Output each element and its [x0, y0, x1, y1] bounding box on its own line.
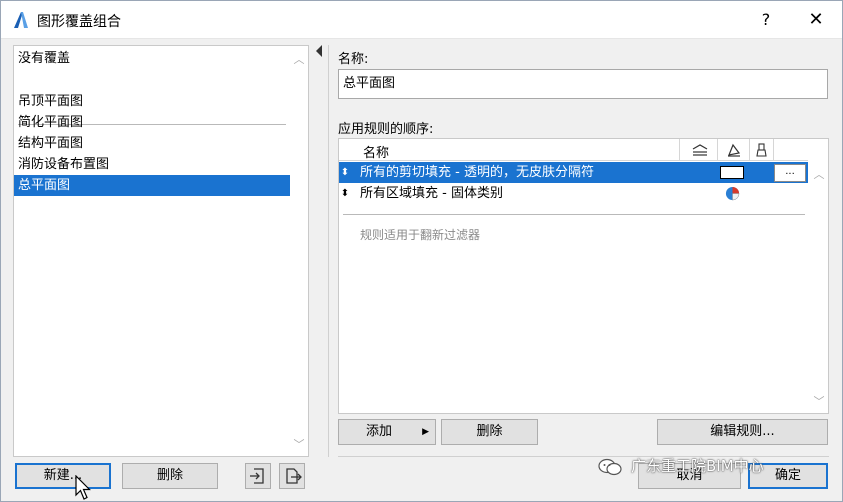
renovation-filter-hint: 规则适用于翻新过滤器	[360, 228, 481, 242]
column-header-surface[interactable]	[749, 139, 773, 161]
rule-name: 所有的剪切填充 - 透明的，无皮肤分隔符	[360, 165, 594, 180]
rules-table: 名称 ⬍ 所有的剪切填充 - 透明的，无皮肤分隔符 ... ⬍ 所有区域填充 -…	[338, 138, 829, 414]
export-icon	[286, 468, 302, 484]
dropdown-arrow-icon: ▶	[422, 427, 429, 437]
add-rule-label: 添加	[365, 424, 392, 439]
drag-handle-icon[interactable]: ⬍	[339, 162, 351, 183]
category-pie-icon	[725, 186, 740, 201]
wechat-icon	[598, 458, 622, 476]
close-button[interactable]: ✕	[803, 8, 829, 32]
name-input[interactable]: 总平面图	[338, 69, 828, 99]
mouse-cursor-icon	[75, 475, 91, 500]
edit-rules-button[interactable]: 编辑规则...	[657, 419, 828, 445]
help-button[interactable]: ?	[753, 8, 779, 32]
collapse-left-arrow-icon[interactable]	[315, 45, 323, 57]
name-label: 名称:	[338, 52, 369, 67]
list-item-selected[interactable]: 总平面图	[14, 175, 290, 196]
scroll-up-icon[interactable]: ︿	[290, 51, 308, 69]
list-scrollbar[interactable]: ︿ ﹀	[290, 46, 308, 456]
drag-handle-icon[interactable]: ⬍	[339, 183, 351, 204]
import-icon	[250, 468, 264, 484]
column-header-fill[interactable]	[717, 139, 749, 161]
fill-pen-icon	[728, 143, 741, 157]
dialog-window: 图形覆盖组合 ? ✕ 没有覆盖 吊顶平面图 简化平面图 结构平面图 消防设备布置…	[0, 0, 843, 502]
dialog-title: 图形覆盖组合	[37, 14, 121, 30]
new-button[interactable]: 新建...	[15, 463, 111, 489]
list-item[interactable]: 简化平面图	[14, 112, 290, 133]
brush-icon	[756, 143, 767, 157]
column-header-edit	[773, 139, 808, 161]
list-item[interactable]: 结构平面图	[14, 133, 290, 154]
override-combination-list: 没有覆盖 吊顶平面图 简化平面图 结构平面图 消防设备布置图 总平面图 ︿ ﹀	[13, 45, 309, 457]
column-header-name: 名称	[363, 146, 390, 161]
rule-more-button[interactable]: ...	[774, 164, 806, 182]
scroll-down-icon[interactable]: ﹀	[810, 393, 828, 411]
list-item[interactable]: 消防设备布置图	[14, 154, 290, 175]
delete-combination-button[interactable]: 删除	[122, 463, 218, 489]
rule-name: 所有区域填充 - 固体类别	[360, 186, 503, 201]
import-button[interactable]	[245, 463, 271, 489]
delete-rule-button[interactable]: 删除	[441, 419, 538, 445]
list-item-no-override[interactable]: 没有覆盖	[14, 48, 290, 69]
fill-swatch[interactable]	[720, 166, 744, 179]
rule-row-selected[interactable]: ⬍ 所有的剪切填充 - 透明的，无皮肤分隔符 ...	[339, 162, 808, 183]
scroll-up-icon[interactable]: ︿	[810, 166, 828, 184]
rule-row[interactable]: ⬍ 所有区域填充 - 固体类别	[339, 183, 808, 204]
rules-order-label: 应用规则的顺序:	[338, 122, 434, 137]
panel-divider	[328, 45, 329, 457]
title-bar: 图形覆盖组合 ? ✕	[1, 1, 842, 39]
rules-separator	[343, 214, 805, 215]
scroll-down-icon[interactable]: ﹀	[290, 436, 308, 454]
line-type-icon	[692, 144, 708, 156]
add-rule-button[interactable]: 添加 ▶	[338, 419, 436, 445]
column-header-line[interactable]	[679, 139, 717, 161]
list-item[interactable]: 吊顶平面图	[14, 91, 290, 112]
rules-scrollbar[interactable]: ︿ ﹀	[810, 161, 828, 413]
export-button[interactable]	[279, 463, 305, 489]
rules-table-header: 名称	[339, 139, 808, 161]
watermark-text: 广东重工院BIM中心	[631, 457, 764, 475]
archicad-app-icon	[12, 11, 30, 29]
combination-list-body: 没有覆盖 吊顶平面图 简化平面图 结构平面图 消防设备布置图 总平面图	[14, 46, 290, 456]
